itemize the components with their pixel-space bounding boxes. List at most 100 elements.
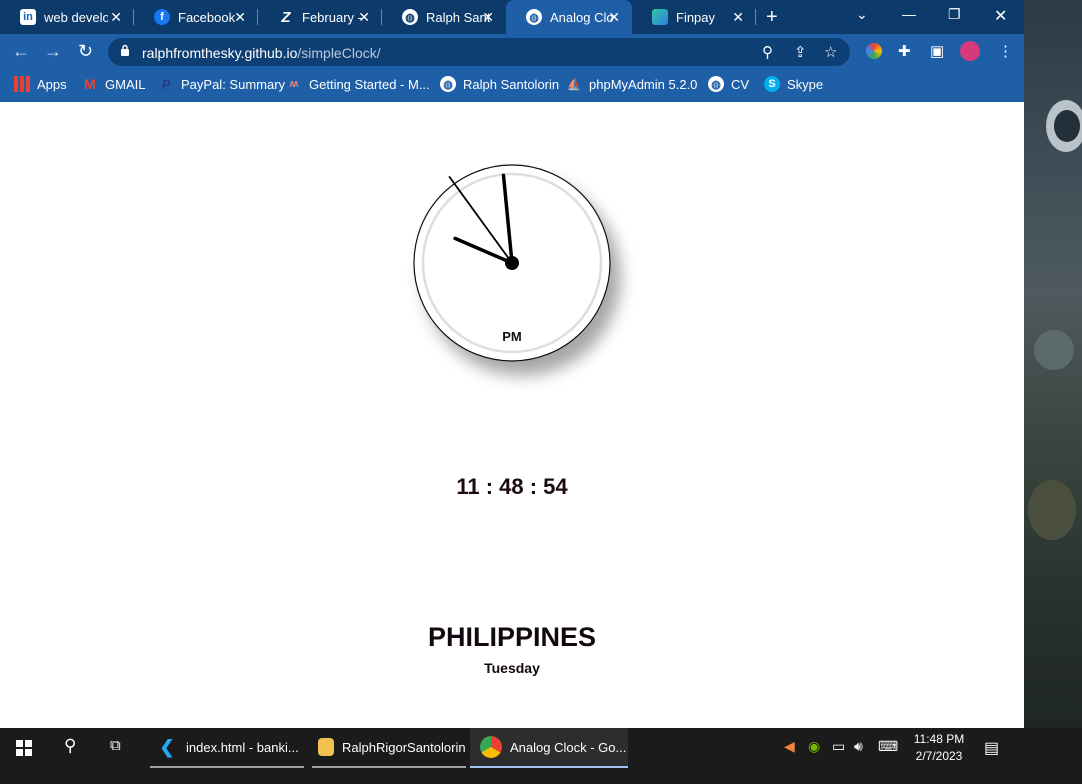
address-bar[interactable]: ralphfromthesky.github.io/simpleClock/ ⚲…	[108, 38, 850, 66]
minimize-icon[interactable]: —	[902, 6, 916, 22]
tab-search-chevron-icon[interactable]: ⌄	[856, 6, 868, 23]
keyboard-icon[interactable]: ⌨	[878, 738, 898, 755]
close-icon[interactable]: ✕	[358, 9, 370, 26]
desktop-wallpaper	[1024, 0, 1082, 728]
bookmark-label: Getting Started - M...	[309, 76, 430, 92]
tab-title: Finpay	[676, 9, 716, 25]
back-arrow-icon[interactable]: ←	[12, 41, 30, 62]
restore-icon[interactable]: ❐	[948, 6, 961, 23]
url-text: ralphfromthesky.github.io/simpleClock/	[142, 45, 381, 61]
url-path: /simpleClock/	[297, 45, 381, 61]
browser-toolbar: ← → ↻ ralphfromthesky.github.io/simpleCl…	[0, 34, 1024, 70]
skype-icon: S	[764, 76, 780, 92]
tab-strip: in web develo ✕ f Facebook ✕ Z February …	[0, 0, 1024, 34]
share-icon[interactable]: ⇪	[794, 43, 807, 61]
bookmark-cv[interactable]: ◍ CV	[708, 76, 749, 92]
apps-grid-icon	[14, 76, 30, 92]
wallpaper-shape	[1028, 480, 1076, 540]
extension-color-icon[interactable]	[866, 43, 882, 59]
tab-analog-clock[interactable]: ◍ Analog Clo ✕	[506, 0, 632, 34]
folder-icon	[318, 738, 334, 756]
bookmark-star-icon[interactable]: ☆	[824, 43, 837, 61]
tab-title: February - I	[302, 9, 366, 25]
bookmark-label: Skype	[787, 76, 824, 92]
globe-icon: ◍	[708, 76, 724, 92]
browser-window: in web develo ✕ f Facebook ✕ Z February …	[0, 0, 1024, 728]
clock-center-pin	[505, 256, 519, 270]
bookmark-phpmyadmin[interactable]: ⛵ phpMyAdmin 5.2.0	[566, 76, 697, 92]
country-name: PHILIPPINES	[427, 622, 597, 652]
gmail-icon: M	[84, 76, 96, 92]
side-panel-icon[interactable]: ▣	[930, 42, 944, 60]
tab-title: web develo	[44, 9, 108, 25]
bookmark-label: Ralph Santolorin	[463, 76, 560, 92]
system-date: 2/7/2023	[915, 749, 963, 763]
taskbar-app-label: Analog Clock - Go...	[510, 739, 627, 755]
taskbar-app-label: RalphRigorSantolorin	[342, 739, 466, 755]
tab-web-developer[interactable]: in web develo ✕	[0, 0, 134, 34]
paypal-icon: P	[161, 76, 171, 92]
close-icon[interactable]: ✕	[732, 9, 744, 26]
close-icon[interactable]: ✕	[110, 9, 122, 26]
tab-ralph-santolorin[interactable]: ◍ Ralph Santo ✕	[382, 0, 506, 34]
system-time: 11:48 PM	[913, 732, 965, 746]
getting-started-icon: ʍ	[289, 78, 299, 90]
notifications-icon[interactable]: ▤	[984, 738, 999, 758]
analog-clock: PM	[413, 164, 611, 362]
search-icon[interactable]: ⚲	[64, 736, 76, 756]
profile-avatar[interactable]	[960, 41, 980, 61]
globe-icon: ◍	[440, 76, 456, 92]
forward-arrow-icon[interactable]: →	[44, 41, 62, 62]
tab-facebook[interactable]: f Facebook ✕	[134, 0, 258, 34]
windows-taskbar: ⚲ ⧉ ❮ index.html - banki... RalphRigorSa…	[0, 728, 1082, 784]
reload-icon[interactable]: ↻	[78, 41, 93, 62]
page-content: PM 11 : 48 : 54 PHILIPPINES Tuesday	[0, 102, 1024, 728]
network-icon[interactable]: ▭	[832, 738, 845, 755]
linkedin-icon: in	[20, 9, 36, 25]
volume-muted-icon[interactable]: ◀	[784, 738, 795, 755]
facebook-icon: f	[154, 9, 170, 25]
bookmark-label: Apps	[37, 76, 67, 92]
globe-icon: ◍	[526, 9, 542, 25]
bookmark-label: GMAIL	[105, 76, 146, 92]
february-site-icon: Z	[281, 8, 291, 26]
meridiem-label: PM	[502, 329, 522, 344]
bookmark-gmail[interactable]: M GMAIL	[82, 76, 145, 92]
wallpaper-shape	[1034, 330, 1074, 370]
tab-separator	[755, 9, 756, 25]
tab-finpay[interactable]: Finpay ✕	[632, 0, 756, 34]
tab-title: Ralph Santo	[426, 9, 490, 25]
tab-february[interactable]: Z February - I ✕	[258, 0, 382, 34]
window-close-icon[interactable]: ✕	[994, 6, 1007, 26]
vscode-icon: ❮	[159, 736, 175, 757]
phpmyadmin-icon: ⛵	[567, 78, 581, 91]
bookmark-ralph-santolorin[interactable]: ◍ Ralph Santolorin	[440, 76, 559, 92]
speaker-icon[interactable]: 🔊︎	[854, 738, 863, 755]
windows-start-icon[interactable]	[16, 740, 32, 756]
finpay-icon	[652, 9, 668, 25]
taskbar-app-explorer[interactable]: RalphRigorSantolorin	[312, 728, 466, 768]
close-icon[interactable]: ✕	[482, 9, 494, 26]
bookmark-label: phpMyAdmin 5.2.0	[589, 76, 698, 92]
extensions-puzzle-icon[interactable]: ✚	[898, 42, 911, 60]
lock-icon	[121, 44, 129, 56]
new-tab-plus-icon[interactable]: +	[766, 6, 778, 29]
close-icon[interactable]: ✕	[608, 9, 620, 26]
bookmark-label: CV	[731, 76, 750, 92]
digital-time: 11 : 48 : 54	[456, 474, 568, 499]
bookmark-paypal[interactable]: P PayPal: Summary	[158, 76, 285, 92]
bookmark-skype[interactable]: S Skype	[764, 76, 823, 92]
system-clock[interactable]: 11:48 PM 2/7/2023	[900, 731, 978, 765]
tab-title: Facebook	[178, 9, 236, 25]
bookmark-getting-started[interactable]: ʍ Getting Started - M...	[286, 76, 430, 92]
weekday: Tuesday	[484, 660, 540, 676]
nvidia-icon[interactable]: ◉	[808, 738, 820, 755]
taskbar-app-chrome[interactable]: Analog Clock - Go...	[470, 728, 628, 768]
menu-kebab-icon[interactable]: ⋮	[998, 42, 1013, 60]
bookmark-apps[interactable]: Apps	[14, 76, 67, 92]
globe-icon: ◍	[402, 9, 418, 25]
task-view-icon[interactable]: ⧉	[110, 737, 121, 754]
taskbar-app-vscode[interactable]: ❮ index.html - banki...	[150, 728, 304, 768]
close-icon[interactable]: ✕	[234, 9, 246, 26]
zoom-icon[interactable]: ⚲	[762, 43, 773, 61]
